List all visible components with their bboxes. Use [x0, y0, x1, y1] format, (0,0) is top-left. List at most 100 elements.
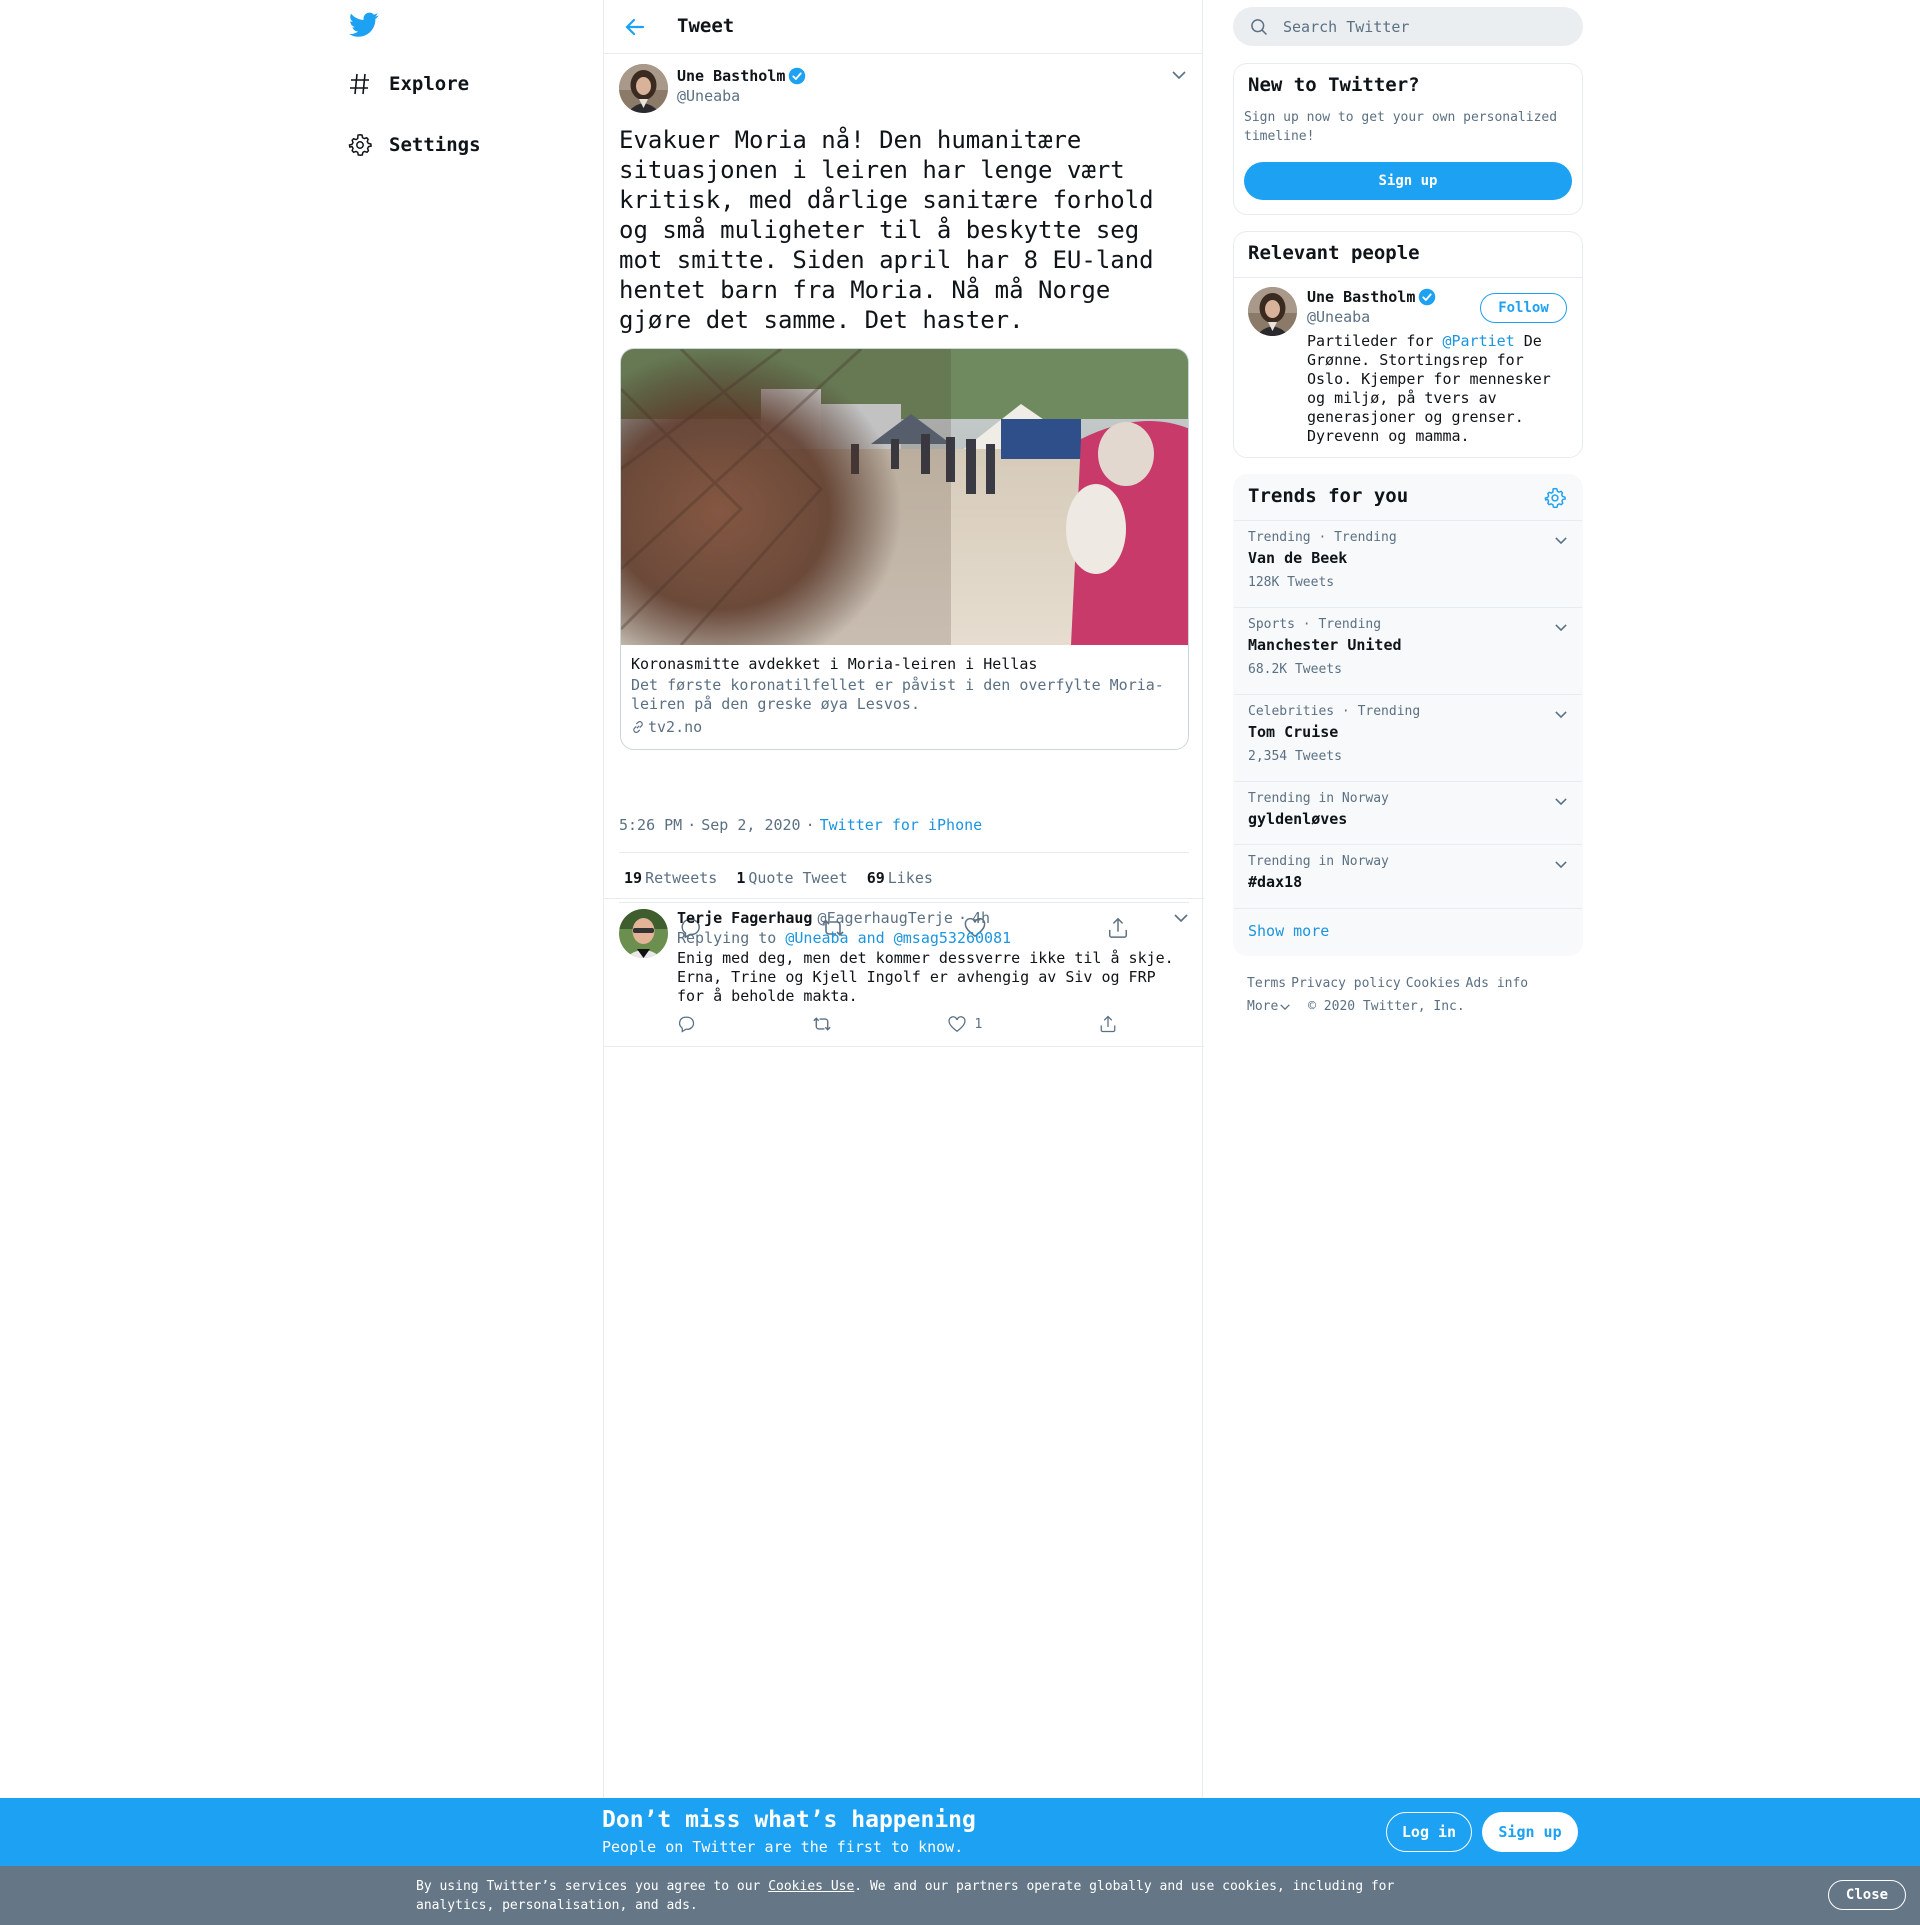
- reply-text: Enig med deg, men det kommer dessverre i…: [677, 949, 1183, 1005]
- relevant-people-title: Relevant people: [1248, 242, 1420, 264]
- hashtag-icon: [345, 69, 375, 99]
- trend-context: Trending in Norway: [1248, 791, 1389, 806]
- chevron-down-icon[interactable]: [1550, 616, 1572, 638]
- like-button[interactable]: 1: [948, 1015, 983, 1033]
- footer-link-terms[interactable]: Terms: [1247, 976, 1286, 991]
- tweet-metadata: 5:26 PM · Sep 2, 2020 · Twitter for iPho…: [619, 816, 982, 834]
- author-name-text: Une Bastholm: [677, 67, 786, 85]
- tweet-date[interactable]: Sep 2, 2020: [701, 816, 800, 834]
- footer-link-ads-info[interactable]: Ads info: [1466, 976, 1529, 991]
- sidebar-signup-button[interactable]: Sign up: [1244, 162, 1572, 200]
- gear-icon[interactable]: [1544, 487, 1568, 511]
- chevron-down-icon[interactable]: [1550, 853, 1572, 875]
- avatar[interactable]: [1248, 287, 1297, 336]
- trend-item[interactable]: Sports · Trending Manchester United 68.2…: [1234, 607, 1582, 694]
- reply-like-count: 1: [974, 1016, 983, 1032]
- avatar[interactable]: [619, 909, 668, 958]
- retweets-label: Retweets: [645, 868, 718, 887]
- verified-badge-icon: [788, 67, 806, 85]
- search-box[interactable]: [1233, 7, 1583, 46]
- arrow-left-icon[interactable]: [622, 14, 648, 40]
- cookie-banner: By using Twitter’s services you agree to…: [0, 1866, 1920, 1925]
- reply-tweet[interactable]: Terje Fagerhaug @FagerhaugTerje · 4h Rep…: [604, 898, 1204, 1047]
- reply-icon[interactable]: [677, 1015, 695, 1033]
- signup-button[interactable]: Sign up: [1482, 1812, 1578, 1852]
- login-button[interactable]: Log in: [1386, 1812, 1472, 1852]
- replying-to-users[interactable]: @Uneaba and @msag53260081: [785, 929, 1011, 947]
- likes-stat[interactable]: 69 Likes: [867, 869, 933, 887]
- replying-to: Replying to @Uneaba and @msag53260081: [677, 929, 1011, 947]
- author-handle[interactable]: @Uneaba: [677, 87, 740, 105]
- person-name-text: Une Bastholm: [1307, 288, 1416, 306]
- trend-item[interactable]: Trending in Norway #dax18: [1234, 844, 1582, 908]
- footer-link-cookies[interactable]: Cookies: [1406, 976, 1461, 991]
- share-icon[interactable]: [1099, 1015, 1117, 1033]
- person-bio: Partileder for @Partiet De Grønne. Stort…: [1307, 332, 1571, 446]
- copyright: © 2020 Twitter, Inc.: [1308, 999, 1465, 1014]
- chevron-down-icon: [1280, 1003, 1291, 1010]
- tweet-text: Evakuer Moria nå! Den humanitære situasj…: [619, 126, 1169, 334]
- search-icon: [1249, 17, 1269, 37]
- nav-explore-label: Explore: [389, 73, 470, 95]
- trend-count: 128K Tweets: [1248, 575, 1335, 590]
- verified-badge-icon: [1418, 288, 1436, 306]
- trends-box: Trends for you Trending · Trending Van d…: [1233, 474, 1583, 956]
- trend-name: gyldenløves: [1248, 810, 1348, 828]
- relevant-people-box: Relevant people Une Bastholm @Uneaba Fol…: [1233, 231, 1583, 458]
- nav-explore[interactable]: Explore: [345, 64, 469, 104]
- separator-dot: ·: [805, 816, 815, 834]
- retweet-icon[interactable]: [812, 1015, 832, 1033]
- reply-actions: 1: [677, 1015, 1117, 1033]
- chevron-down-icon[interactable]: [1550, 529, 1572, 551]
- tweet-time[interactable]: 5:26 PM: [619, 816, 682, 834]
- banner-subtitle: People on Twitter are the first to know.: [602, 1838, 964, 1856]
- nav-settings[interactable]: Settings: [345, 125, 481, 165]
- follow-button[interactable]: Follow: [1480, 293, 1567, 323]
- trend-context: Sports · Trending: [1248, 617, 1382, 632]
- new-to-twitter-box: New to Twitter? Sign up now to get your …: [1233, 63, 1583, 215]
- quotes-stat[interactable]: 1 Quote Tweet: [736, 869, 847, 887]
- trend-context: Trending · Trending: [1248, 530, 1397, 545]
- person-handle[interactable]: @Uneaba: [1307, 308, 1370, 326]
- trend-item[interactable]: Trending · Trending Van de Beek 128K Twe…: [1234, 520, 1582, 607]
- reply-author-handle[interactable]: @FagerhaugTerje: [817, 909, 952, 927]
- chevron-down-icon[interactable]: [1170, 907, 1192, 929]
- trend-count: 68.2K Tweets: [1248, 662, 1342, 677]
- separator-dot: ·: [957, 909, 967, 927]
- footer-links: Terms Privacy policy Cookies Ads info More …: [1247, 972, 1577, 1018]
- tweet-stats: 19 Retweets 1 Quote Tweet 69 Likes: [619, 852, 1189, 903]
- twitter-bird-icon[interactable]: [349, 12, 381, 40]
- likes-label: Likes: [887, 868, 933, 887]
- bio-text: Partileder for: [1307, 332, 1443, 350]
- card-domain: tv2.no: [631, 718, 1178, 736]
- retweets-stat[interactable]: 19 Retweets: [624, 869, 717, 887]
- link-icon: [631, 720, 648, 734]
- tweet-source[interactable]: Twitter for iPhone: [820, 816, 983, 834]
- trends-title: Trends for you: [1248, 485, 1409, 507]
- bio-mention-link[interactable]: @Partiet: [1442, 332, 1514, 350]
- chevron-down-icon[interactable]: [1550, 703, 1572, 725]
- card-description: Det første koronatilfellet er påvist i d…: [631, 676, 1164, 713]
- trend-name: Manchester United: [1248, 636, 1402, 654]
- footer-more-label: More: [1247, 999, 1279, 1014]
- trend-context: Trending in Norway: [1248, 854, 1389, 869]
- author-name[interactable]: Une Bastholm: [677, 67, 806, 85]
- trend-item[interactable]: Celebrities · Trending Tom Cruise 2,354 …: [1234, 694, 1582, 781]
- cookies-use-link[interactable]: Cookies Use: [768, 1879, 854, 1894]
- show-more-link[interactable]: Show more: [1248, 922, 1329, 940]
- banner-title: Don’t miss what’s happening: [602, 1807, 976, 1833]
- link-card[interactable]: Koronasmitte avdekket i Moria-leiren i H…: [620, 348, 1189, 750]
- avatar[interactable]: [619, 64, 668, 113]
- person-name[interactable]: Une Bastholm: [1307, 288, 1436, 306]
- heart-icon: [948, 1015, 966, 1033]
- reply-time[interactable]: 4h: [972, 909, 990, 927]
- cookie-close-button[interactable]: Close: [1828, 1880, 1906, 1910]
- trend-name: Van de Beek: [1248, 549, 1348, 567]
- footer-more-menu[interactable]: More: [1247, 995, 1295, 1018]
- chevron-down-icon[interactable]: [1550, 790, 1572, 812]
- footer-link-privacy[interactable]: Privacy policy: [1291, 976, 1401, 991]
- search-input[interactable]: [1283, 17, 1563, 36]
- reply-author-name[interactable]: Terje Fagerhaug: [677, 909, 812, 927]
- chevron-down-icon[interactable]: [1168, 64, 1190, 86]
- trend-item[interactable]: Trending in Norway gyldenløves: [1234, 781, 1582, 844]
